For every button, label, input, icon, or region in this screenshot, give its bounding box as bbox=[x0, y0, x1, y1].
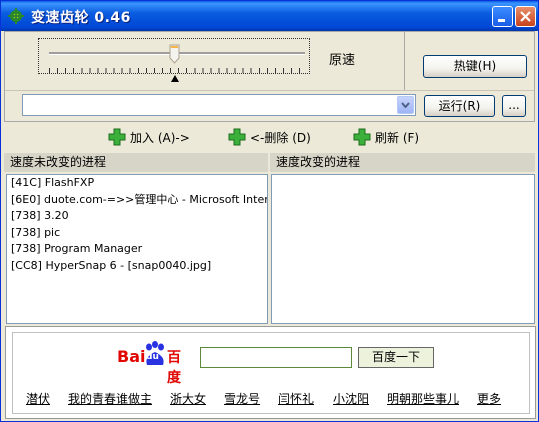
hot-link[interactable]: 浙大女 bbox=[170, 390, 206, 407]
app-window: 变速齿轮 0.46 原速 热键(H) 运行(R) ... 加入 (A)-> <-… bbox=[0, 0, 539, 422]
changed-list-header: 速度改变的进程 bbox=[270, 153, 535, 172]
list-item[interactable]: [6E0] duote.com-=>>管理中心 - Microsoft Inte… bbox=[7, 192, 267, 209]
close-button[interactable] bbox=[515, 6, 536, 27]
baidu-panel: Bai du 百度 百度一下 潜伏 我的青春谁做主 浙大女 雪龙号 闫怀礼 小沈… bbox=[5, 326, 536, 419]
list-item[interactable]: [41C] FlashFXP bbox=[7, 175, 267, 192]
minimize-button[interactable] bbox=[492, 6, 513, 27]
list-item[interactable]: [738] 3.20 bbox=[7, 208, 267, 225]
hot-link[interactable]: 小沈阳 bbox=[333, 390, 369, 407]
list-item[interactable]: [738] pic bbox=[7, 225, 267, 242]
unchanged-process-list[interactable]: [41C] FlashFXP [6E0] duote.com-=>>管理中心 -… bbox=[6, 174, 268, 324]
baidu-search-input[interactable] bbox=[200, 347, 352, 368]
divider bbox=[5, 90, 534, 91]
unchanged-list-header: 速度未改变的进程 bbox=[4, 153, 268, 172]
remove-process-button[interactable]: <-删除 (D) bbox=[228, 127, 311, 147]
add-process-button[interactable]: 加入 (A)-> bbox=[108, 127, 190, 147]
refresh-label: 刷新 (F) bbox=[375, 130, 420, 145]
process-select[interactable] bbox=[22, 94, 416, 116]
baidu-search-area: Bai du 百度 百度一下 潜伏 我的青春谁做主 浙大女 雪龙号 闫怀礼 小沈… bbox=[12, 332, 530, 414]
close-icon bbox=[520, 11, 531, 22]
plus-icon bbox=[228, 128, 246, 146]
dropdown-arrow-button[interactable] bbox=[397, 96, 414, 114]
add-label: 加入 (A)-> bbox=[130, 130, 190, 145]
hot-link[interactable]: 更多 bbox=[477, 390, 501, 407]
logo-text: du bbox=[146, 352, 159, 362]
logo-text: 百度 bbox=[167, 350, 181, 386]
window-title: 变速齿轮 0.46 bbox=[31, 10, 131, 26]
gear-app-icon bbox=[8, 8, 24, 24]
hot-link[interactable]: 闫怀礼 bbox=[278, 390, 314, 407]
list-item[interactable]: [CC8] HyperSnap 6 - [snap0040.jpg] bbox=[7, 258, 267, 275]
speed-marker-icon bbox=[171, 75, 179, 82]
hot-link[interactable]: 我的青春谁做主 bbox=[68, 390, 152, 407]
list-item[interactable]: [738] Program Manager bbox=[7, 241, 267, 258]
baidu-search-button[interactable]: 百度一下 bbox=[358, 347, 434, 368]
plus-icon bbox=[353, 128, 371, 146]
hot-link[interactable]: 明朝那些事儿 bbox=[387, 390, 459, 407]
speed-label: 原速 bbox=[329, 53, 356, 68]
remove-label: <-删除 (D) bbox=[250, 130, 311, 145]
changed-process-list[interactable] bbox=[271, 174, 535, 324]
browse-button[interactable]: ... bbox=[502, 95, 526, 117]
hot-link[interactable]: 潜伏 bbox=[26, 390, 50, 407]
speed-slider-thumb[interactable] bbox=[169, 44, 180, 64]
hotkey-button[interactable]: 热键(H) bbox=[423, 55, 527, 78]
divider bbox=[404, 32, 405, 91]
run-button[interactable]: 运行(R) bbox=[424, 95, 495, 117]
speed-panel: 原速 热键(H) 运行(R) ... bbox=[4, 31, 535, 122]
hot-links: 潜伏 我的青春谁做主 浙大女 雪龙号 闫怀礼 小沈阳 明朝那些事儿 更多 bbox=[13, 390, 531, 406]
chevron-down-icon bbox=[401, 102, 410, 108]
refresh-button[interactable]: 刷新 (F) bbox=[353, 127, 419, 147]
hot-link[interactable]: 雪龙号 bbox=[224, 390, 260, 407]
slider-ticks bbox=[49, 68, 307, 73]
plus-icon bbox=[108, 128, 126, 146]
minimize-icon bbox=[498, 19, 505, 22]
title-bar[interactable]: 变速齿轮 0.46 bbox=[1, 1, 538, 31]
